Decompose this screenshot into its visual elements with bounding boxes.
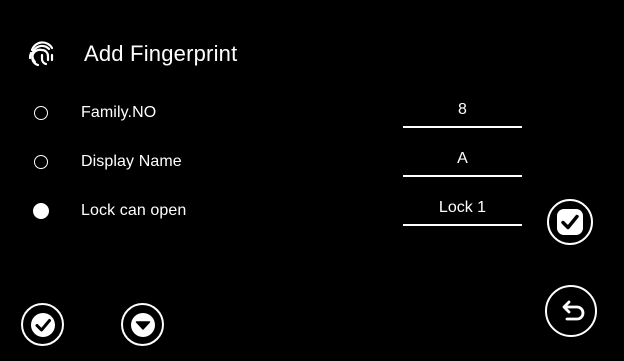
row-lock-can-open[interactable]: Lock can open Lock 1 xyxy=(0,195,540,227)
return-icon xyxy=(556,296,586,326)
confirm-button[interactable] xyxy=(547,199,593,245)
fingerprint-icon xyxy=(26,38,58,70)
page-title: Add Fingerprint xyxy=(84,41,238,66)
check-icon xyxy=(30,312,56,338)
header: Add Fingerprint xyxy=(26,36,237,72)
label-lock-can-open: Lock can open xyxy=(81,202,187,219)
radio-display-name[interactable] xyxy=(34,155,48,169)
bottom-check-button[interactable] xyxy=(21,303,64,346)
add-fingerprint-screen: Add Fingerprint Family.NO 8 Display Name… xyxy=(0,0,624,361)
radio-family-no[interactable] xyxy=(34,106,48,120)
chevron-down-icon xyxy=(130,312,156,338)
check-icon xyxy=(555,207,585,237)
row-display-name[interactable]: Display Name A xyxy=(0,146,540,178)
label-family-no: Family.NO xyxy=(81,104,157,121)
family-no-field[interactable]: 8 xyxy=(403,97,522,128)
radio-lock-can-open[interactable] xyxy=(33,203,49,219)
label-display-name: Display Name xyxy=(81,153,182,170)
back-button[interactable] xyxy=(545,285,597,337)
display-name-field[interactable]: A xyxy=(403,146,522,177)
row-family-no[interactable]: Family.NO 8 xyxy=(0,97,540,129)
lock-can-open-field[interactable]: Lock 1 xyxy=(403,195,522,226)
bottom-down-button[interactable] xyxy=(121,303,164,346)
